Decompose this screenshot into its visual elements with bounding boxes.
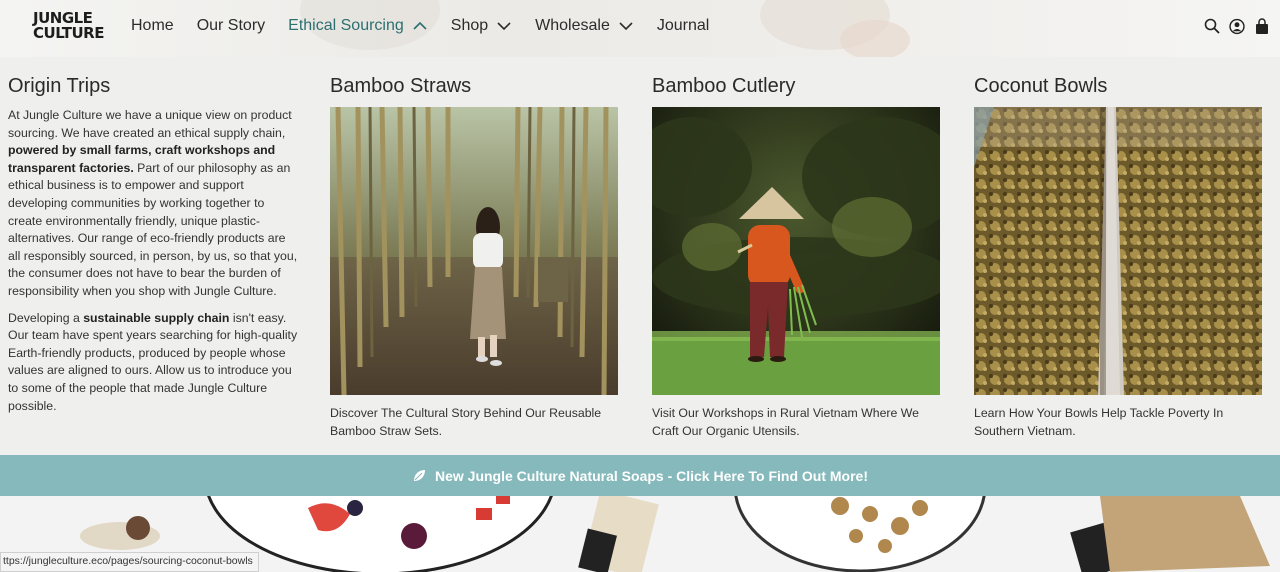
- nav-wholesale[interactable]: Wholesale: [535, 17, 634, 35]
- banner-text: New Jungle Culture Natural Soaps - Click…: [434, 467, 868, 484]
- nav-label: Our Story: [196, 17, 266, 34]
- nav-ethical-sourcing[interactable]: Ethical Sourcing: [288, 17, 428, 35]
- nav-shop[interactable]: Shop: [451, 17, 512, 35]
- logo-line-2: CULTURE: [33, 24, 104, 42]
- card-title: Bamboo Straws: [330, 75, 472, 97]
- origin-trips-title: Origin Trips: [8, 75, 111, 97]
- bamboo-forest-image: [330, 107, 618, 395]
- card-caption: Visit Our Workshops in Rural Vietnam Whe…: [652, 406, 919, 438]
- site-logo[interactable]: JUNGLE CULTURE: [33, 11, 104, 45]
- farmer-field-image: [652, 107, 940, 395]
- coconut-plantation-image: [974, 107, 1262, 395]
- header-actions: [1204, 17, 1270, 35]
- card-bamboo-straws[interactable]: Bamboo Straws Discover The Cultural Stor…: [330, 75, 620, 440]
- text-bold: sustainable supply chain: [83, 310, 230, 325]
- origin-paragraph-1: At Jungle Culture we have a unique view …: [8, 107, 300, 301]
- chevron-down-icon: [497, 22, 511, 31]
- card-title: Bamboo Cutlery: [652, 75, 796, 97]
- ethical-sourcing-mega-menu: Origin Trips At Jungle Culture we have a…: [0, 57, 1280, 455]
- main-nav: Home Our Story Ethical Sourcing Shop Who…: [131, 17, 732, 35]
- origin-trips-column: Origin Trips At Jungle Culture we have a…: [8, 75, 300, 424]
- site-header: JUNGLE CULTURE Home Our Story Ethical So…: [0, 0, 1280, 60]
- nav-label: Home: [131, 17, 174, 34]
- origin-paragraph-2: Developing a sustainable supply chain is…: [8, 310, 300, 416]
- text-run: Developing a: [8, 310, 84, 325]
- link-status-bar: ttps://jungleculture.eco/pages/sourcing-…: [0, 552, 259, 572]
- search-icon[interactable]: [1204, 17, 1220, 35]
- nav-label: Shop: [450, 17, 489, 34]
- nav-our-story[interactable]: Our Story: [197, 17, 265, 35]
- leaf-icon: [413, 469, 425, 481]
- announcement-banner[interactable]: New Jungle Culture Natural Soaps - Click…: [0, 455, 1280, 496]
- card-title: Coconut Bowls: [974, 75, 1108, 97]
- nav-label: Ethical Sourcing: [288, 17, 404, 34]
- card-bamboo-cutlery[interactable]: Bamboo Cutlery Visit Our Workshops in Ru…: [652, 75, 942, 440]
- chevron-up-icon: [413, 21, 427, 30]
- nav-journal[interactable]: Journal: [657, 17, 709, 35]
- nav-label: Journal: [656, 17, 710, 34]
- text-run: At Jungle Culture we have a unique view …: [8, 108, 292, 140]
- chevron-down-icon: [619, 22, 633, 31]
- card-caption: Learn How Your Bowls Help Tackle Poverty…: [974, 406, 1224, 438]
- cart-icon[interactable]: [1254, 17, 1270, 35]
- card-coconut-bowls[interactable]: Coconut Bowls Learn How Your Bowls Help …: [974, 75, 1264, 440]
- card-caption: Discover The Cultural Story Behind Our R…: [330, 406, 602, 438]
- nav-home[interactable]: Home: [131, 17, 174, 35]
- header-background-decoration: [840, 20, 910, 60]
- text-run: Part of our philosophy as an ethical bus…: [8, 160, 298, 298]
- nav-label: Wholesale: [535, 17, 610, 34]
- account-icon[interactable]: [1229, 17, 1245, 35]
- text-run: isn't easy. Our team have spent years se…: [8, 310, 298, 413]
